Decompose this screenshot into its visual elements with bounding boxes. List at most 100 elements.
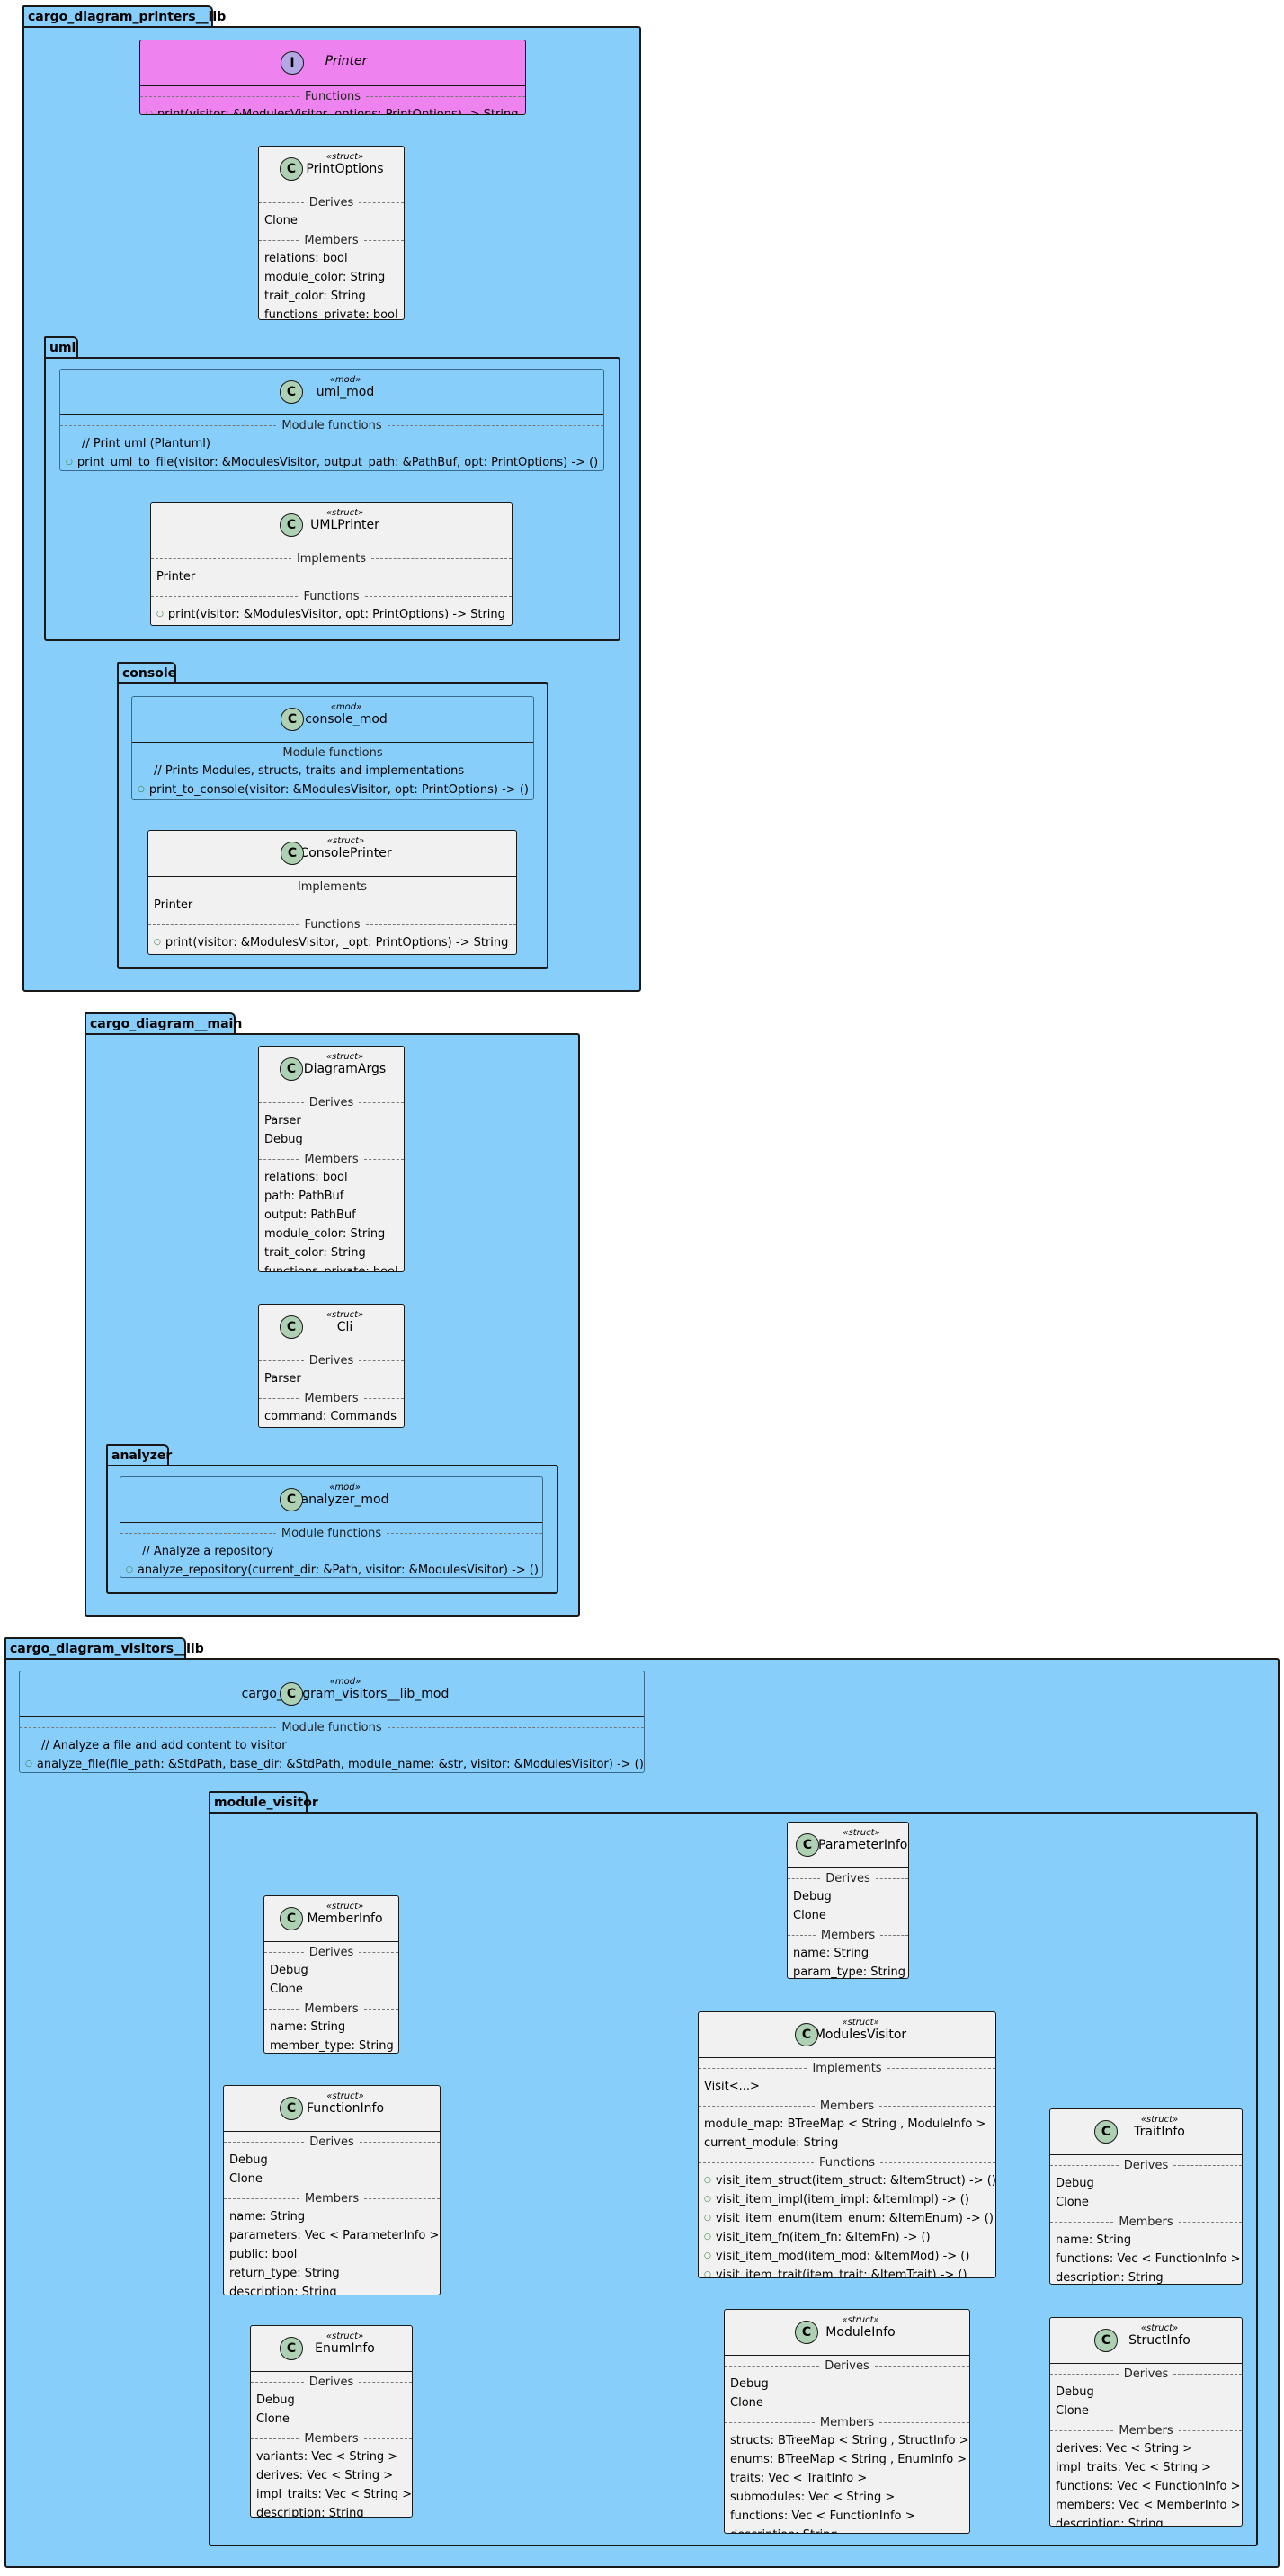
class-diagram-args[interactable]: C «struct» DiagramArgs Derives Parser Debug Me… (258, 1046, 405, 1272)
member-row: path: PathBuf (264, 1190, 344, 1203)
class-function-info[interactable]: C «struct» FunctionInfo Derives Debug Clone Me… (223, 2085, 441, 2295)
section-label-text: Derives (825, 1872, 870, 1885)
class-struct-info[interactable]: C «struct» StructInfo Derives Debug Clone Memb… (1049, 2317, 1243, 2527)
stereotype: «struct» (325, 508, 364, 518)
class-name: ModuleInfo (825, 2325, 896, 2340)
class-printer[interactable]: I Printer Functions print(visitor: &Modules… (139, 40, 526, 115)
derive-row: Clone (264, 214, 298, 227)
class-print-options[interactable]: C «struct» PrintOptions Derives Clone Members… (258, 146, 405, 320)
function-row: visit_item_trait(item_trait: &ItemTrait)… (699, 2266, 995, 2277)
member-row: functions_private: bool (264, 1265, 398, 1272)
class-icon: C (280, 1682, 303, 1706)
implements-row: Printer (156, 570, 196, 584)
derive-row: Debug (730, 2377, 769, 2391)
class-header: C «mod» console_mod (132, 697, 533, 742)
member-row: description: String (1056, 2518, 1164, 2527)
class-enum-info[interactable]: C «struct» EnumInfo Derives Debug Clone Member… (250, 2325, 413, 2518)
member-row: members: Vec < MemberInfo > (1056, 2499, 1241, 2512)
class-divider (148, 876, 516, 877)
class-header: C «struct» UMLPrinter (151, 503, 512, 548)
class-member-info[interactable]: C «struct» MemberInfo Derives Debug Clone Memb… (263, 1895, 399, 2054)
section-label-text: Members (820, 1929, 876, 1942)
class-name: ParameterInfo (818, 1838, 908, 1852)
section-label-text: Members (304, 2432, 359, 2446)
class-trait-info[interactable]: C «struct» TraitInfo Derives Debug Clone Membe… (1049, 2108, 1243, 2285)
member-row: name: String (270, 2020, 346, 2034)
class-visitors-lib-mod[interactable]: C «mod» cargo_diagram_visitors__lib_mod Mod… (19, 1671, 645, 1773)
class-divider (132, 742, 533, 743)
function-row: visit_item_mod(item_mod: &ItemMod) -> () (699, 2247, 995, 2266)
class-icon: C (280, 1488, 303, 1511)
member-row: return_type: String (229, 2267, 340, 2280)
class-console-printer[interactable]: C «struct» ConsolePrinter Implements Printer… (147, 830, 517, 955)
class-header: C «struct» PrintOptions (259, 147, 404, 192)
stereotype: «struct» (326, 2091, 364, 2101)
section-label: Derives (1050, 2159, 1242, 2172)
section-label-text: Derives (309, 2135, 354, 2149)
section-label: Derives (224, 2135, 440, 2149)
class-header: C «struct» TraitInfo (1050, 2109, 1242, 2154)
section-label-text: Members (1119, 2424, 1173, 2438)
section-label-text: Members (304, 2002, 359, 2016)
class-header: C «struct» ConsolePrinter (148, 831, 516, 876)
implements-row: Printer (154, 898, 193, 912)
section-label-text: Members (304, 234, 359, 247)
class-uml-mod[interactable]: C «mod» uml_mod Module functions // Print um… (59, 369, 604, 471)
class-name: PrintOptions (306, 162, 384, 176)
class-module-info[interactable]: C «struct» ModuleInfo Derives Debug Clone Memb… (724, 2309, 970, 2534)
section-label-text: Module functions (281, 1527, 382, 1540)
section-label-text: Implements (812, 2062, 882, 2075)
class-name: DiagramArgs (303, 1062, 387, 1076)
class-cli[interactable]: C «struct» Cli Derives Parser Members command:… (258, 1304, 405, 1428)
section-label: Functions (699, 2156, 995, 2170)
member-row: enums: BTreeMap < String , EnumInfo > (730, 2453, 967, 2466)
derive-row: Debug (270, 1964, 308, 1977)
stereotype: «struct» (326, 836, 365, 846)
member-row: submodules: Vec < String > (730, 2491, 896, 2504)
class-icon: C (280, 1315, 303, 1339)
derive-row: Clone (270, 1983, 303, 1996)
class-uml-printer[interactable]: C «struct» UMLPrinter Implements Printer Func… (150, 502, 513, 626)
function-row: analyze_file(file_path: &StdPath, base_d… (20, 1755, 644, 1772)
class-divider (725, 2355, 969, 2356)
class-icon: C (280, 1907, 303, 1930)
section-label: Functions (140, 90, 525, 103)
class-console-mod[interactable]: C «mod» console_mod Module functions // Prin… (131, 696, 534, 800)
class-modules-visitor[interactable]: C «struct» ModulesVisitor Implements Visit<.… (698, 2011, 996, 2278)
stereotype: «struct» (325, 1902, 364, 1912)
class-name: ModulesVisitor (814, 2028, 907, 2042)
derive-row: Clone (793, 1909, 826, 1922)
module-comment: // Print uml (Plantuml) (82, 437, 210, 450)
class-parameter-info[interactable]: C «struct» ParameterInfo Derives Debug Clone M… (787, 1822, 909, 1979)
section-label-text: Module functions (281, 419, 382, 432)
section-label-text: Members (1119, 2215, 1173, 2229)
member-row: name: String (793, 1947, 869, 1960)
package-tab-analyzer: analyzer (106, 1444, 172, 1466)
class-icon: C (280, 157, 303, 181)
function-row: print_uml_to_file(visitor: &ModulesVisit… (60, 453, 603, 470)
package-tab-module-visitor: module_visitor (209, 1791, 318, 1813)
class-name: ConsolePrinter (299, 846, 392, 860)
section-label-text: Implements (297, 880, 368, 894)
section-label: Members (1050, 2215, 1242, 2229)
stereotype: «struct» (325, 1052, 364, 1062)
stereotype: «mod» (329, 375, 361, 385)
member-row: derives: Vec < String > (256, 2469, 394, 2482)
class-analyzer-mod[interactable]: C «mod» analyzer_mod Module functions // Ana… (120, 1476, 543, 1578)
class-divider (699, 2057, 995, 2058)
section-label: Module functions (120, 1527, 542, 1540)
class-icon: C (1094, 2120, 1118, 2144)
section-label: Members (1050, 2424, 1242, 2438)
class-header: C «struct» EnumInfo (251, 2326, 412, 2371)
member-row: public: bool (229, 2248, 298, 2261)
member-row: output: PathBuf (264, 1208, 356, 1222)
function-row: print(visitor: &ModulesVisitor, opt: Pri… (151, 605, 512, 624)
section-label: Members (264, 2002, 398, 2016)
section-label: Functions (148, 918, 516, 931)
section-label: Module functions (132, 746, 533, 760)
section-label: Functions (151, 590, 512, 603)
section-label: Derives (725, 2359, 969, 2373)
section-label-text: Functions (818, 2156, 876, 2170)
section-label-text: Derives (308, 196, 354, 209)
class-name: MemberInfo (307, 1912, 383, 1926)
